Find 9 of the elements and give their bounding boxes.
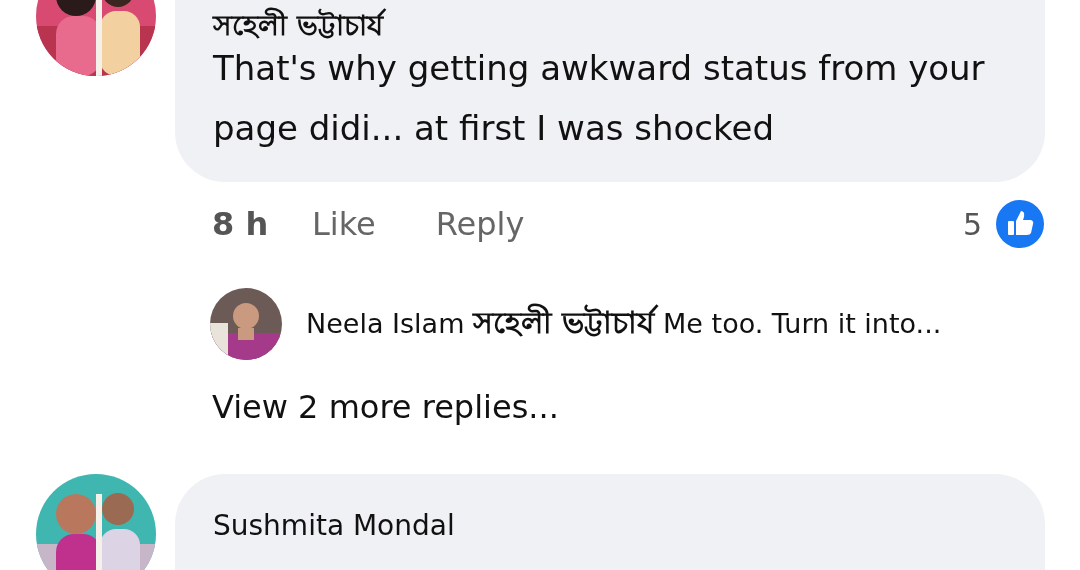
thumbs-up-icon xyxy=(996,200,1044,248)
reply-text[interactable]: Neela Islam সহেলী ভট্টাচার্য Me too. Turn it into... xyxy=(306,298,942,350)
reaction-count: 5 xyxy=(962,206,982,242)
reply-button[interactable]: Reply xyxy=(435,205,525,243)
view-more-replies-link[interactable]: View 2 more replies... xyxy=(212,388,559,426)
like-button[interactable]: Like xyxy=(312,205,376,243)
timestamp: 8 h xyxy=(212,205,270,243)
author-name[interactable]: Sushmita Mondal xyxy=(213,500,455,546)
comment-text: That's why getting awkward status from your page didi... at first I was shocked xyxy=(213,47,986,150)
